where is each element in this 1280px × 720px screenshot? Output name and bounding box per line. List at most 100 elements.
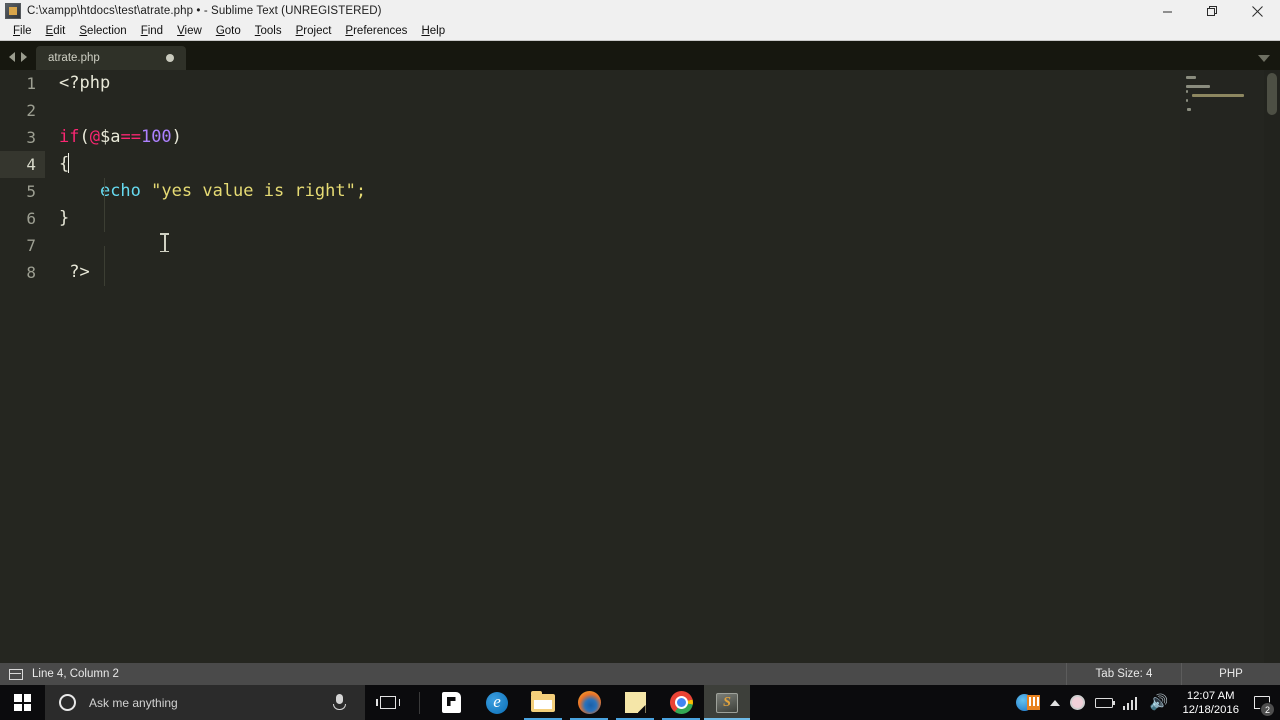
code-editor[interactable]: 1 <?php 2 3 if(@$a==100) 4{5 echo "yes value …: [0, 70, 1280, 663]
code-token: @: [89, 127, 100, 147]
taskbar-divider: [419, 691, 420, 714]
edge-browser-icon: e: [486, 691, 508, 714]
tab-bar: atrate.php: [0, 41, 1280, 70]
tab-label: atrate.php: [48, 52, 100, 64]
menu-item-tools[interactable]: Tools: [248, 23, 289, 39]
menu-item-project[interactable]: Project: [289, 23, 339, 39]
minimap-line: [1191, 94, 1244, 98]
menu-item-preferences[interactable]: Preferences: [338, 23, 414, 39]
menu-item-selection[interactable]: Selection: [72, 23, 133, 39]
minimap-line: [1186, 85, 1210, 89]
line-number: 8: [26, 263, 36, 282]
code-line[interactable]: 7: [0, 232, 1180, 273]
text-caret: [68, 153, 70, 173]
network-globe-icon[interactable]: [1011, 685, 1045, 720]
code-minimap[interactable]: [1180, 70, 1264, 663]
line-number: 4: [0, 151, 45, 178]
action-center-icon[interactable]: 2: [1248, 685, 1276, 720]
taskbar-app-store[interactable]: [428, 685, 474, 720]
sidebar-toggle-icon[interactable]: [9, 668, 23, 680]
firefox-browser-icon: [577, 691, 601, 714]
task-view-icon[interactable]: [365, 685, 411, 720]
window-titlebar: C:\xampp\htdocs\test\atrate.php • - Subl…: [0, 0, 1280, 23]
syntax-mode-button[interactable]: PHP: [1181, 663, 1280, 685]
search-placeholder: Ask me anything: [89, 695, 178, 710]
antivirus-shield-icon[interactable]: [1065, 685, 1090, 720]
line-content[interactable]: {: [45, 151, 1180, 178]
editor-vertical-scrollbar[interactable]: [1264, 70, 1280, 663]
code-line[interactable]: 4{: [0, 151, 1180, 178]
line-number: 7: [26, 236, 36, 255]
code-lines[interactable]: 1 <?php 2 3 if(@$a==100) 4{5 echo "yes value …: [0, 70, 1180, 663]
line-content[interactable]: ?>: [45, 259, 1180, 286]
code-line[interactable]: 2: [0, 97, 1180, 124]
line-number: 5: [26, 182, 36, 201]
taskbar-app-file-explorer[interactable]: [520, 685, 566, 720]
tab-unsaved-indicator[interactable]: [166, 54, 174, 62]
taskbar-clock[interactable]: 12:07 AM 12/18/2016: [1173, 689, 1248, 717]
window-controls: [1145, 0, 1280, 22]
arrow-right-icon[interactable]: [21, 52, 27, 62]
menu-item-goto[interactable]: Goto: [209, 23, 248, 39]
chevron-down-icon[interactable]: [1258, 55, 1270, 62]
taskbar-app-chrome[interactable]: [658, 685, 704, 720]
line-content[interactable]: }: [45, 205, 1180, 232]
notification-count-badge: 2: [1260, 702, 1275, 717]
minimap-line: [1186, 89, 1188, 93]
battery-icon[interactable]: [1090, 685, 1118, 720]
menu-item-edit[interactable]: Edit: [39, 23, 73, 39]
show-hidden-icons-chevron[interactable]: [1045, 685, 1065, 720]
microsoft-store-icon: [441, 692, 461, 713]
code-token: ): [171, 127, 182, 147]
menu-item-view[interactable]: View: [170, 23, 209, 39]
code-token: <?php: [59, 73, 111, 93]
system-tray: 🔊 12:07 AM 12/18/2016 2: [1011, 685, 1280, 720]
windows-start-icon[interactable]: [0, 685, 45, 720]
status-bar: Line 4, Column 2 Tab Size: 4 PHP: [0, 663, 1280, 685]
code-token: $a: [99, 127, 121, 147]
microphone-icon[interactable]: [333, 694, 346, 710]
code-line[interactable]: 5 echo "yes value is right";: [0, 178, 1180, 205]
arrow-left-icon[interactable]: [9, 52, 15, 62]
taskbar-app-sublime-text[interactable]: S: [704, 685, 750, 720]
tab-scroll-arrows: [0, 52, 36, 70]
cortana-search-box[interactable]: Ask me anything: [45, 685, 365, 720]
volume-icon[interactable]: 🔊: [1145, 685, 1174, 720]
windows-taskbar: Ask me anything e S 🔊 12:07 AM 12/18/201…: [0, 685, 1280, 720]
cursor-position-label: Line 4, Column 2: [32, 668, 119, 680]
code-token: (: [79, 127, 90, 147]
code-line[interactable]: 8 ?>: [0, 259, 1180, 286]
code-line[interactable]: 1 <?php: [0, 70, 1180, 97]
taskbar-app-edge[interactable]: e: [474, 685, 520, 720]
close-button[interactable]: [1235, 0, 1280, 22]
scrollbar-thumb[interactable]: [1267, 73, 1277, 115]
chrome-browser-icon: [669, 691, 693, 714]
line-number: 1: [26, 74, 36, 93]
menu-item-find[interactable]: Find: [134, 23, 170, 39]
line-content[interactable]: if(@$a==100): [45, 124, 1180, 151]
tab-size-button[interactable]: Tab Size: 4: [1066, 663, 1181, 685]
line-content[interactable]: echo "yes value is right";: [45, 178, 1180, 205]
taskbar-app-firefox[interactable]: [566, 685, 612, 720]
indent-guide: [104, 205, 105, 232]
line-number: 2: [26, 101, 36, 120]
code-token: ;: [355, 181, 367, 201]
menu-item-help[interactable]: Help: [414, 23, 452, 39]
code-line[interactable]: 3 if(@$a==100): [0, 124, 1180, 151]
file-explorer-icon: [531, 690, 555, 712]
line-content[interactable]: <?php: [45, 70, 1180, 97]
sticky-notes-icon: [624, 692, 646, 713]
minimap-line: [1186, 76, 1196, 79]
code-token: ==: [120, 127, 141, 147]
taskbar-app-sticky-notes[interactable]: [612, 685, 658, 720]
restore-button[interactable]: [1190, 0, 1235, 22]
menu-item-file[interactable]: File: [6, 23, 39, 39]
code-line[interactable]: 6}: [0, 205, 1180, 232]
tab-atrate-php[interactable]: atrate.php: [36, 46, 186, 70]
minimize-button[interactable]: [1145, 0, 1190, 22]
minimap-line: [1186, 98, 1188, 102]
wifi-icon[interactable]: [1118, 685, 1145, 720]
code-token: }: [59, 208, 70, 228]
